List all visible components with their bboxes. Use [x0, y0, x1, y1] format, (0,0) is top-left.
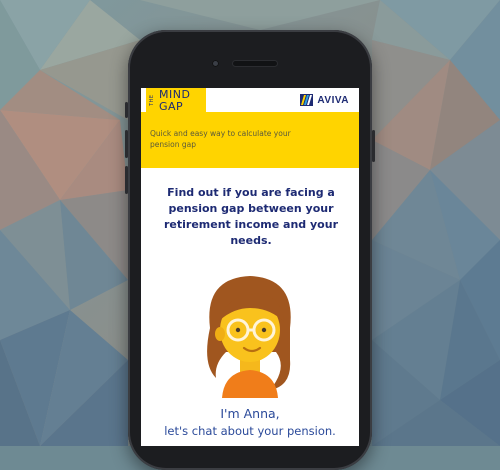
anna-avatar-icon — [207, 276, 291, 398]
logo-gap-text: GAP — [159, 100, 184, 113]
logo-the-text: THE — [149, 94, 155, 106]
aviva-wordmark: AVIVA — [317, 94, 349, 106]
volume-down-button — [125, 166, 128, 194]
aviva-logo-icon — [300, 94, 314, 106]
page-headline: Find out if you are facing a pension gap… — [163, 186, 338, 247]
mind-the-gap-logo[interactable]: MIND THE GAP — [146, 88, 206, 120]
earpiece-speaker — [233, 61, 277, 66]
front-camera-icon — [212, 60, 219, 67]
assistant-prompt: let's chat about your pension. — [164, 424, 336, 438]
power-button — [372, 130, 375, 162]
volume-up-button — [125, 130, 128, 158]
mute-switch — [125, 102, 128, 118]
tagline: Quick and easy way to calculate your pen… — [150, 129, 291, 149]
assistant-greeting: I'm Anna, — [220, 406, 280, 421]
aviva-brand[interactable]: AVIVA — [300, 94, 349, 106]
phone-screen: MIND THE GAP AVIVA Quick and easy way to… — [141, 88, 359, 446]
